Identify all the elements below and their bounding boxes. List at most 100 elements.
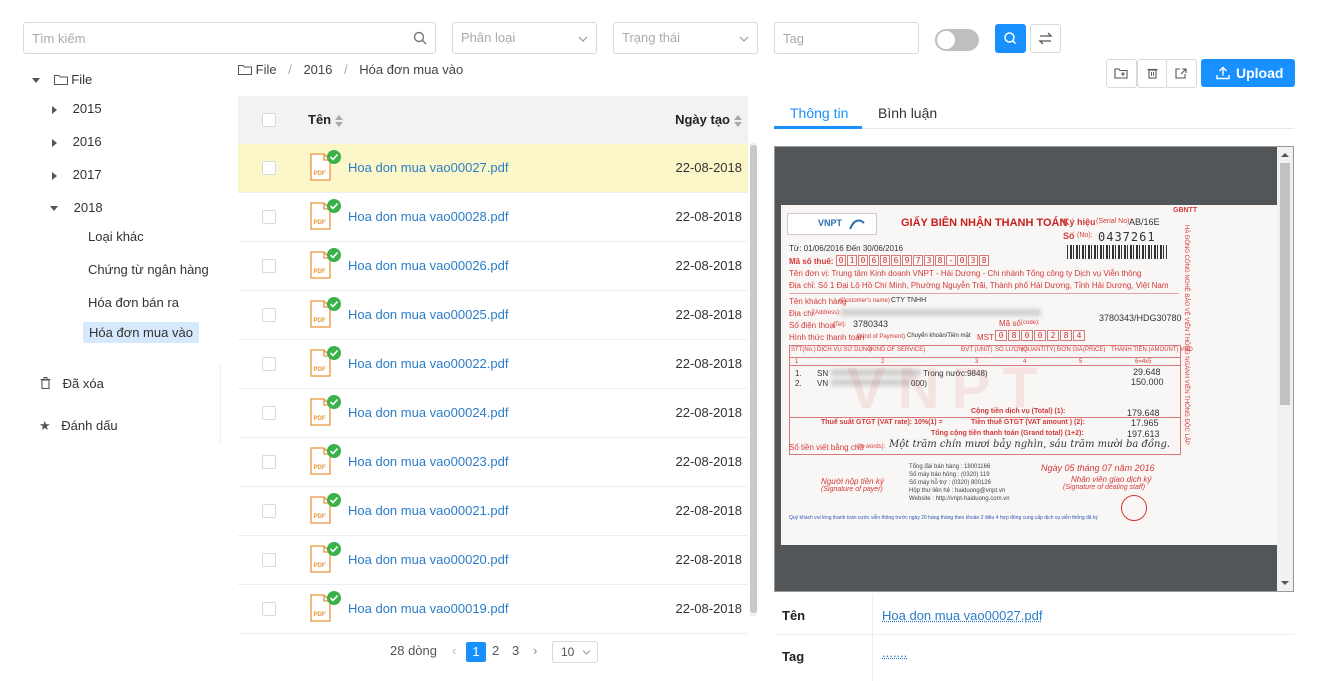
tree-item-chung-tu-ngan-hang[interactable]: Chứng từ ngân hàng	[88, 262, 209, 277]
preview-scrollbar[interactable]	[1277, 147, 1293, 591]
caret-down-icon[interactable]	[32, 78, 40, 84]
file-name-link[interactable]: Hoa don mua vao00019.pdf	[348, 601, 508, 616]
search-icon[interactable]	[413, 23, 427, 56]
row-checkbox[interactable]	[262, 357, 276, 371]
table-scrollbar[interactable]	[750, 143, 757, 616]
check-circle-icon	[327, 591, 341, 605]
mst-digit: 0	[1034, 330, 1046, 341]
table-row[interactable]: PDF Hoa don mua vao00027.pdf 22-08-2018	[238, 144, 748, 193]
tag-field[interactable]	[774, 22, 919, 54]
contact-line: Hộp thư liên hệ : haiduong@vnpt.vn	[909, 488, 1006, 494]
tab-ink-bar	[774, 126, 862, 129]
sort-icon[interactable]	[734, 114, 742, 127]
prev-page-icon[interactable]: ‹	[452, 643, 456, 658]
file-name-link[interactable]: Hoa don mua vao00021.pdf	[348, 503, 508, 518]
table-row[interactable]: PDF Hoa don mua vao00019.pdf 22-08-2018	[238, 585, 748, 634]
scrollbar-thumb[interactable]	[1280, 163, 1290, 405]
scrollbar-thumb[interactable]	[750, 145, 757, 613]
file-name-link[interactable]: Hoa don mua vao00025.pdf	[348, 307, 508, 322]
inv-col-qty-en: (QUANTITY)	[1021, 347, 1056, 353]
file-name-link[interactable]: Hoa don mua vao00026.pdf	[348, 258, 508, 273]
table-row[interactable]: PDF Hoa don mua vao00023.pdf 22-08-2018	[238, 438, 748, 487]
file-name-link[interactable]: Hoa don mua vao00020.pdf	[348, 552, 508, 567]
category-select[interactable]: Phân loại	[452, 22, 597, 54]
tab-info[interactable]: Thông tin	[790, 105, 848, 121]
tree-item-loai-khac[interactable]: Loại khác	[88, 229, 144, 244]
share-button[interactable]	[1166, 59, 1197, 88]
file-name-link[interactable]: Hoa don mua vao00023.pdf	[348, 454, 508, 469]
tree-item-hoa-don-ban-ra[interactable]: Hóa đơn bán ra	[88, 295, 179, 310]
row-checkbox[interactable]	[262, 455, 276, 469]
phone-label-en: (Tel):	[833, 322, 847, 328]
starred-label: Đánh dấu	[61, 418, 118, 433]
row-checkbox[interactable]	[262, 161, 276, 175]
page-1[interactable]: 1	[466, 642, 486, 662]
upload-button[interactable]: Upload	[1201, 59, 1295, 87]
check-circle-icon	[327, 542, 341, 556]
search-field[interactable]	[23, 22, 436, 54]
provider-line: Tên đơn vị: Trung tâm Kinh doanh VNPT - …	[789, 269, 1142, 278]
next-page-icon[interactable]: ›	[533, 643, 537, 658]
tree-item-2017[interactable]: 2017	[52, 167, 102, 182]
tab-comments[interactable]: Bình luận	[878, 105, 937, 121]
page-size-select[interactable]: 10	[552, 641, 598, 663]
tree-item-file[interactable]: File	[32, 72, 92, 87]
caret-down-icon[interactable]	[50, 206, 58, 212]
filter-toggle[interactable]	[935, 29, 979, 51]
stamp-circle	[1121, 495, 1147, 521]
row-checkbox[interactable]	[262, 406, 276, 420]
caret-right-icon[interactable]	[52, 138, 57, 147]
sort-icon[interactable]	[335, 114, 344, 127]
swap-button[interactable]	[1030, 24, 1061, 53]
scroll-up-icon[interactable]	[1277, 150, 1293, 160]
tree-item-hoa-don-mua-vao[interactable]: Hóa đơn mua vào	[83, 322, 199, 343]
date-column-header[interactable]: Ngày tạo	[675, 112, 742, 127]
starred-link[interactable]: ★ Đánh dấu	[39, 418, 118, 434]
row-checkbox[interactable]	[262, 553, 276, 567]
caret-right-icon[interactable]	[52, 105, 57, 114]
check-circle-icon	[327, 297, 341, 311]
meta-tag-value[interactable]: .......	[882, 645, 907, 660]
scroll-down-icon[interactable]	[1277, 578, 1293, 588]
breadcrumb-item-year[interactable]: 2016	[303, 62, 332, 77]
table-row[interactable]: PDF Hoa don mua vao00028.pdf 22-08-2018	[238, 193, 748, 242]
tag-input[interactable]	[783, 23, 910, 53]
delete-button[interactable]	[1137, 59, 1168, 88]
tree-item-2015[interactable]: 2015	[52, 101, 102, 116]
row-checkbox[interactable]	[262, 602, 276, 616]
tax-code-digit: 6	[891, 255, 901, 266]
table-row[interactable]: PDF Hoa don mua vao00024.pdf 22-08-2018	[238, 389, 748, 438]
table-row[interactable]: PDF Hoa don mua vao00021.pdf 22-08-2018	[238, 487, 748, 536]
table-row[interactable]: PDF Hoa don mua vao00025.pdf 22-08-2018	[238, 291, 748, 340]
row-checkbox[interactable]	[262, 308, 276, 322]
page-3[interactable]: 3	[512, 643, 519, 658]
mst-digit: 8	[1008, 330, 1020, 341]
name-column-header[interactable]: Tên	[308, 112, 344, 127]
caret-right-icon[interactable]	[52, 171, 57, 180]
pdf-icon-label: PDF	[314, 612, 326, 618]
search-button[interactable]	[995, 24, 1026, 53]
row-checkbox[interactable]	[262, 504, 276, 518]
new-folder-button[interactable]	[1106, 59, 1137, 88]
status-select[interactable]: Trạng thái	[613, 22, 758, 54]
table-row[interactable]: PDF Hoa don mua vao00026.pdf 22-08-2018	[238, 242, 748, 291]
meta-name-value[interactable]: Hoa don mua vao00027.pdf	[882, 608, 1042, 623]
page-2[interactable]: 2	[492, 643, 499, 658]
table-row[interactable]: PDF Hoa don mua vao00022.pdf 22-08-2018	[238, 340, 748, 389]
file-name-link[interactable]: Hoa don mua vao00027.pdf	[348, 160, 508, 175]
row-checkbox[interactable]	[262, 259, 276, 273]
row-checkbox[interactable]	[262, 210, 276, 224]
tax-code-digit: 8	[935, 255, 945, 266]
tree-item-2018[interactable]: 2018	[50, 200, 103, 215]
breadcrumb-item-file[interactable]: File	[256, 62, 277, 77]
tree-item-2016[interactable]: 2016	[52, 134, 102, 149]
table-row[interactable]: PDF Hoa don mua vao00020.pdf 22-08-2018	[238, 536, 748, 585]
search-input[interactable]	[32, 23, 427, 53]
file-name-link[interactable]: Hoa don mua vao00028.pdf	[348, 209, 508, 224]
pdf-preview[interactable]: VNPT GIẤY BIÊN NHẬN THANH TOÁN Ký hiệu (…	[774, 146, 1294, 592]
file-name-link[interactable]: Hoa don mua vao00022.pdf	[348, 356, 508, 371]
item-no: 1.	[795, 369, 802, 378]
trash-link[interactable]: Đã xóa	[40, 376, 104, 391]
select-all-checkbox[interactable]	[262, 113, 276, 127]
file-name-link[interactable]: Hoa don mua vao00024.pdf	[348, 405, 508, 420]
